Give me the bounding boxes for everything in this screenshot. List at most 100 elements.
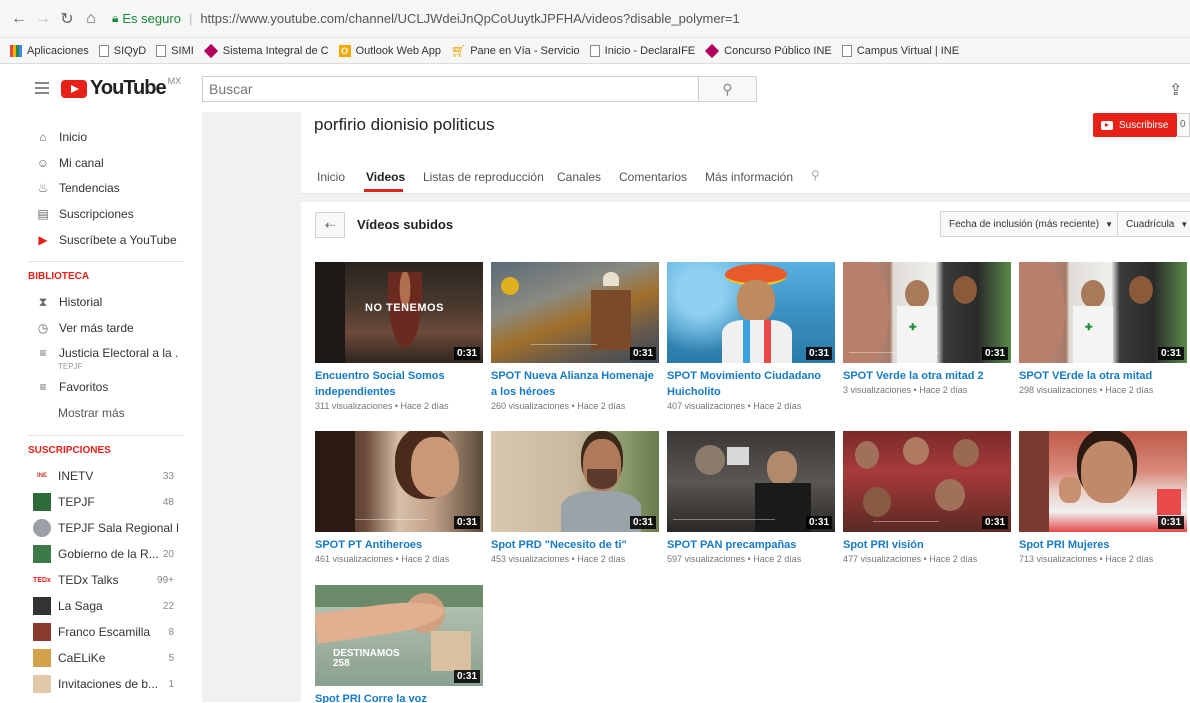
bookmark-campus-virtual[interactable]: Campus Virtual | INE (841, 44, 959, 57)
secure-label: Es seguro (122, 11, 181, 26)
subscription-la-saga[interactable]: La Saga 22 (0, 595, 202, 617)
sidebar: ⌂ Inicio ☺ Mi canal ♨ Tendencias ▤ Suscripci… (0, 112, 202, 702)
video-meta: 260 visualizaciones • Hace 2 días (491, 401, 626, 411)
subscription-gobierno[interactable]: Gobierno de la R... 20 (0, 543, 202, 565)
tab-listas[interactable]: Listas de reproducción (423, 170, 544, 184)
video-thumbnail[interactable]: ✚ 0:31 (1019, 262, 1187, 363)
video-thumbnail[interactable]: DESTINAMOS 258 0:31 (315, 585, 483, 686)
flame-icon: ♨ (37, 181, 49, 195)
bookmark-siqyd[interactable]: SIQyD (98, 44, 146, 57)
sidebar-item-favoritos[interactable]: ≡ Favoritos (0, 376, 202, 398)
video-title[interactable]: SPOT Nueva Alianza Homenaje a los héroes (491, 368, 659, 400)
party-logo-icon: ✚ (909, 322, 917, 332)
url-field[interactable]: 🔒︎ Es seguro | https://www.youtube.com/c… (112, 6, 1182, 32)
subscribe-button[interactable]: Suscribirse (1093, 113, 1177, 137)
browser-address-bar: ← → ↻ ⌂ 🔒︎ Es seguro | https://www.youtu… (0, 0, 1190, 38)
video-thumbnail[interactable]: ———————————— 0:31 (315, 431, 483, 532)
tab-mas-informacion[interactable]: Más información (705, 170, 793, 184)
bookmark-simi[interactable]: SIMI (156, 44, 194, 57)
chevron-down-icon: ▼ (1180, 219, 1189, 229)
video-thumbnail[interactable]: 0:31 (667, 262, 835, 363)
tab-comentarios[interactable]: Comentarios (619, 170, 687, 184)
sidebar-item-inicio[interactable]: ⌂ Inicio (0, 126, 202, 148)
forward-arrow-icon[interactable]: → (32, 8, 54, 30)
account-icon: ☺ (36, 156, 50, 170)
channel-avatar (33, 519, 51, 537)
subscription-tepjf[interactable]: TEPJF 48 (0, 491, 202, 513)
subscription-tedx[interactable]: TEDx TEDx Talks 99+ (0, 569, 202, 591)
video-meta: 477 visualizaciones • Hace 2 días (843, 554, 978, 564)
menu-icon[interactable] (35, 82, 49, 94)
page-icon (156, 44, 167, 57)
video-thumbnail[interactable]: ——————————— 0:31 (491, 262, 659, 363)
video-duration: 0:31 (453, 347, 480, 360)
video-thumbnail[interactable]: 0:31 (1019, 431, 1187, 532)
playlist-owner: TEPJF (58, 362, 83, 371)
sidebar-item-justicia-electoral[interactable]: ≡ Justicia Electoral a la ... (0, 342, 202, 364)
view-dropdown[interactable]: Cuadrícula ▼ (1117, 211, 1190, 237)
outlook-icon: O (338, 44, 351, 57)
video-thumbnail[interactable]: ✚ ——————————————— 0:31 (843, 262, 1011, 363)
video-title[interactable]: SPOT PAN precampañas (667, 537, 835, 553)
video-title[interactable]: Encuentro Social Somos independientes (315, 368, 483, 400)
back-button[interactable]: ⇠ (315, 212, 345, 238)
video-title[interactable]: SPOT Verde la otra mitad 2 (843, 368, 1011, 384)
video-title[interactable]: SPOT PT Antiheroes (315, 537, 483, 553)
search-input[interactable]: Buscar (202, 76, 699, 102)
show-more-link[interactable]: Mostrar más (58, 406, 125, 420)
bookmark-declaraife[interactable]: Inicio - DeclaraIFE (589, 44, 695, 57)
sidebar-item-tendencias[interactable]: ♨ Tendencias (0, 177, 202, 199)
subscriptions-icon: ▤ (37, 207, 49, 221)
video-thumbnail[interactable]: ————————————————— 0:31 (667, 431, 835, 532)
video-duration: 0:31 (981, 347, 1008, 360)
home-browser-icon[interactable]: ⌂ (80, 8, 102, 30)
video-meta: 3 visualizaciones • Hace 2 días (843, 385, 968, 395)
channel-avatar (33, 493, 51, 511)
active-tab-indicator (364, 189, 403, 192)
video-title[interactable]: Spot PRI Mujeres (1019, 537, 1187, 553)
video-title[interactable]: SPOT VErde la otra mitad (1019, 368, 1187, 384)
sidebar-item-suscripciones[interactable]: ▤ Suscripciones (0, 203, 202, 225)
tab-inicio[interactable]: Inicio (317, 170, 345, 184)
bookmarks-bar: Aplicaciones SIQyD SIMI Sistema Integral… (0, 38, 1190, 64)
video-title[interactable]: SPOT Movimiento Ciudadano Huicholito (667, 368, 835, 400)
playlist-icon: ≡ (39, 380, 47, 394)
pane-icon: 🛒︎ (450, 43, 467, 58)
sort-dropdown[interactable]: Fecha de inclusión (más reciente) ▼ (940, 211, 1122, 237)
video-thumbnail[interactable]: 0:31 (491, 431, 659, 532)
video-title[interactable]: Spot PRI visión (843, 537, 1011, 553)
tab-videos[interactable]: Videos (366, 170, 405, 184)
upload-icon[interactable]: ⇪ (1169, 80, 1182, 100)
sidebar-item-mi-canal[interactable]: ☺ Mi canal (0, 152, 202, 174)
subscription-caelike[interactable]: CaELiKe 5 (0, 647, 202, 669)
search-icon[interactable]: ⚲ (811, 168, 820, 182)
reload-icon[interactable]: ↻ (56, 8, 78, 30)
hourglass-icon: ⧗ (38, 294, 48, 309)
subscription-invitaciones[interactable]: Invitaciones de b... 1 (0, 673, 202, 695)
video-title[interactable]: Spot PRD "Necesito de ti" (491, 537, 659, 553)
search-button[interactable]: ⚲ (699, 76, 757, 102)
subscription-franco-escamilla[interactable]: Franco Escamilla 8 (0, 621, 202, 643)
bookmark-concurso-ine[interactable]: Concurso Público INE (705, 43, 832, 58)
video-thumbnail[interactable]: NO TENEMOS 0:31 (315, 262, 483, 363)
sidebar-item-suscribete[interactable]: ▶ Suscríbete a YouTube ... (0, 229, 202, 251)
arrow-left-icon: ⇠ (324, 218, 336, 232)
back-arrow-icon[interactable]: ← (8, 8, 30, 30)
bookmark-outlook[interactable]: O Outlook Web App (338, 44, 441, 57)
video-thumbnail[interactable]: ——————————— 0:31 (843, 431, 1011, 532)
bookmark-aplicaciones[interactable]: Aplicaciones (10, 44, 89, 57)
video-duration: 0:31 (805, 347, 832, 360)
subscription-tepjf-sala-regional[interactable]: TEPJF Sala Regional E... (0, 517, 202, 539)
thumbnail-caption: NO TENEMOS (365, 302, 444, 314)
channel-avatar: TEDx (33, 576, 51, 584)
video-title[interactable]: Spot PRI Corre la voz (315, 691, 483, 703)
sidebar-item-historial[interactable]: ⧗ Historial (0, 291, 202, 313)
subscription-inetv[interactable]: INE INETV 33 (0, 465, 202, 487)
sidebar-item-ver-mas-tarde[interactable]: ◷ Ver más tarde (0, 317, 202, 339)
youtube-logo[interactable]: YouTube MX (61, 76, 181, 100)
bookmark-sistema-integral[interactable]: Sistema Integral de C (203, 43, 329, 58)
youtube-header: YouTube MX Buscar ⚲ ⇪ (0, 64, 1190, 112)
tab-canales[interactable]: Canales (557, 170, 601, 184)
bookmark-pane[interactable]: 🛒︎ Pane en Vía - Servicio (451, 44, 580, 58)
video-duration: 0:31 (629, 347, 656, 360)
